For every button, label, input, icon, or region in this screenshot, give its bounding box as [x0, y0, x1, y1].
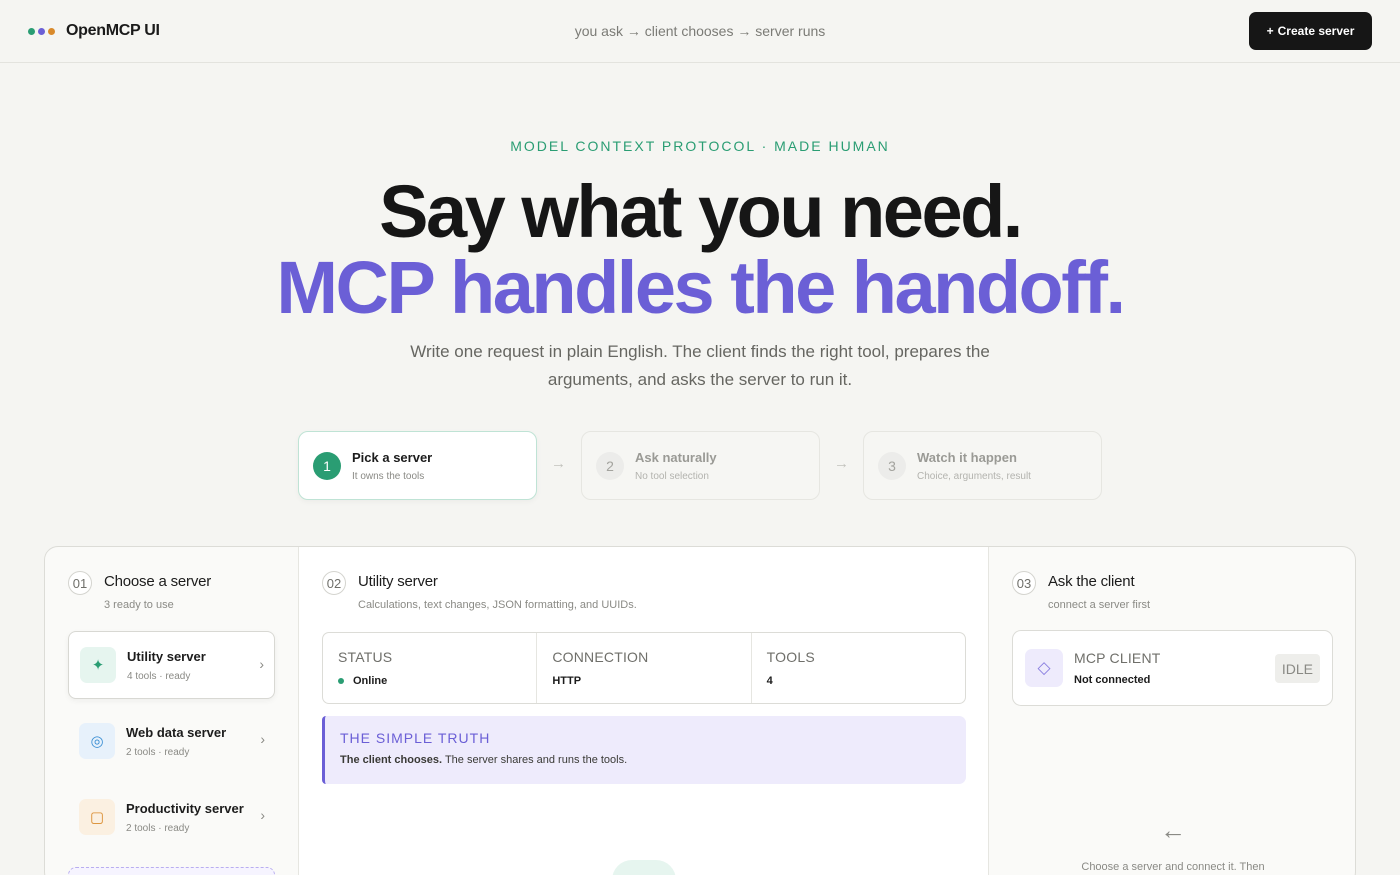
- section-number: 02: [322, 571, 346, 595]
- step-desc: No tool selection: [635, 470, 709, 482]
- empty-state-hint: Choose a server and connect it. Then: [1081, 861, 1265, 873]
- callout-text: The server shares and runs the tools.: [442, 754, 628, 766]
- arrow-left-icon: ←: [1160, 815, 1186, 845]
- hero-eyebrow: MODEL CONTEXT PROTOCOL · MADE HUMAN: [510, 138, 890, 154]
- server-name: Web data server: [126, 724, 227, 740]
- simple-truth-callout: THE SIMPLE TRUTH The client chooses. The…: [322, 716, 966, 784]
- online-dot-icon: [338, 678, 344, 684]
- step-watch-it-happen[interactable]: 3 Watch it happen Choice, arguments, res…: [863, 431, 1102, 500]
- ask-client-column: 03 Ask the client connect a server first…: [989, 547, 1355, 875]
- server-meta: 2 tools · ready: [126, 746, 190, 758]
- server-detail-column: 02 Utility server Calculations, text cha…: [298, 547, 989, 875]
- callout-strong: The client chooses.: [340, 754, 443, 766]
- hero-headline-2: MCP handles the handoff.: [276, 246, 1126, 329]
- diamond-icon: ◇: [1025, 649, 1063, 687]
- client-label: MCP CLIENT: [1074, 650, 1161, 666]
- arrow-right-icon: →: [834, 455, 849, 472]
- hero-subtitle: Write one request in plain English. The …: [410, 342, 990, 389]
- step-ask-naturally[interactable]: 2 Ask naturally No tool selection: [581, 431, 820, 500]
- choose-server-column: 01 Choose a server 3 ready to use ✦ Util…: [45, 547, 298, 875]
- stat-value: Online: [353, 675, 388, 687]
- ask-client-header: 03 Ask the client connect a server first: [1012, 571, 1150, 611]
- chevron-right-icon: ›: [260, 807, 265, 823]
- section-number: 03: [1012, 571, 1036, 595]
- server-meta: 4 tools · ready: [127, 670, 191, 682]
- section-title: Choose a server: [104, 573, 212, 590]
- chevron-right-icon: ›: [260, 731, 265, 747]
- arrow-right-icon: →: [551, 455, 566, 472]
- target-icon: ◎: [79, 723, 115, 759]
- step-pick-server[interactable]: 1 Pick a server It owns the tools: [298, 431, 537, 500]
- workspace-panel: 01 Choose a server 3 ready to use ✦ Util…: [44, 546, 1356, 875]
- stat-value: HTTP: [552, 675, 582, 687]
- client-status: Not connected: [1074, 674, 1151, 686]
- plus-icon: +: [1266, 24, 1274, 38]
- square-icon: ▢: [79, 799, 115, 835]
- callout-label: THE SIMPLE TRUTH: [340, 730, 491, 746]
- stat-label: TOOLS: [766, 649, 815, 665]
- section-subtitle: Calculations, text changes, JSON formatt…: [358, 599, 637, 611]
- connect-button-partial[interactable]: [612, 860, 676, 875]
- stat-connection: CONNECTION HTTP: [537, 633, 752, 703]
- section-number: 01: [68, 571, 92, 595]
- mcp-client-card: ◇ MCP CLIENT Not connected IDLE: [1012, 630, 1333, 706]
- step-title: Watch it happen: [917, 449, 1017, 465]
- server-name: Utility server: [127, 648, 206, 664]
- add-server-slot[interactable]: [68, 867, 275, 875]
- section-title: Ask the client: [1048, 573, 1135, 590]
- step-number: 1: [313, 451, 341, 480]
- step-number: 2: [596, 451, 624, 480]
- stat-tools: TOOLS 4: [752, 633, 965, 703]
- server-item-web-data[interactable]: ◎ Web data server 2 tools · ready ›: [68, 707, 275, 775]
- hero-headline-1: Say what you need.: [379, 170, 1023, 253]
- stat-label: CONNECTION: [552, 649, 649, 665]
- sparkle-icon: ✦: [80, 647, 116, 683]
- create-server-button[interactable]: + Create server: [1249, 12, 1372, 50]
- tagline: you ask → client chooses → server runs: [574, 23, 826, 39]
- step-desc: It owns the tools: [352, 470, 425, 482]
- stat-value: 4: [766, 675, 773, 687]
- callout-body: The client chooses. The server shares an…: [340, 754, 951, 766]
- choose-server-header: 01 Choose a server 3 ready to use: [68, 571, 211, 611]
- server-name: Productivity server: [126, 800, 244, 816]
- stat-label: STATUS: [338, 649, 393, 665]
- status-badge: IDLE: [1274, 654, 1320, 683]
- section-title: Utility server: [358, 573, 438, 590]
- stat-status: STATUS Online: [323, 633, 538, 703]
- top-bar: OpenMCP UI you ask → client chooses → se…: [0, 0, 1400, 63]
- step-title: Ask naturally: [635, 449, 717, 465]
- step-number: 3: [878, 451, 906, 480]
- step-title: Pick a server: [352, 449, 433, 465]
- server-item-utility[interactable]: ✦ Utility server 4 tools · ready ›: [68, 631, 275, 699]
- server-detail-header: 02 Utility server Calculations, text cha…: [322, 571, 637, 611]
- section-subtitle: connect a server first: [1048, 599, 1151, 611]
- chevron-right-icon: ›: [259, 656, 264, 672]
- create-server-label: Create server: [1277, 24, 1355, 38]
- server-meta: 2 tools · ready: [126, 822, 190, 834]
- section-subtitle: 3 ready to use: [104, 599, 174, 611]
- step-desc: Choice, arguments, result: [917, 470, 1031, 482]
- server-item-productivity[interactable]: ▢ Productivity server 2 tools · ready ›: [68, 783, 275, 851]
- server-stats: STATUS Online CONNECTION HTTP TOOLS 4: [322, 632, 966, 704]
